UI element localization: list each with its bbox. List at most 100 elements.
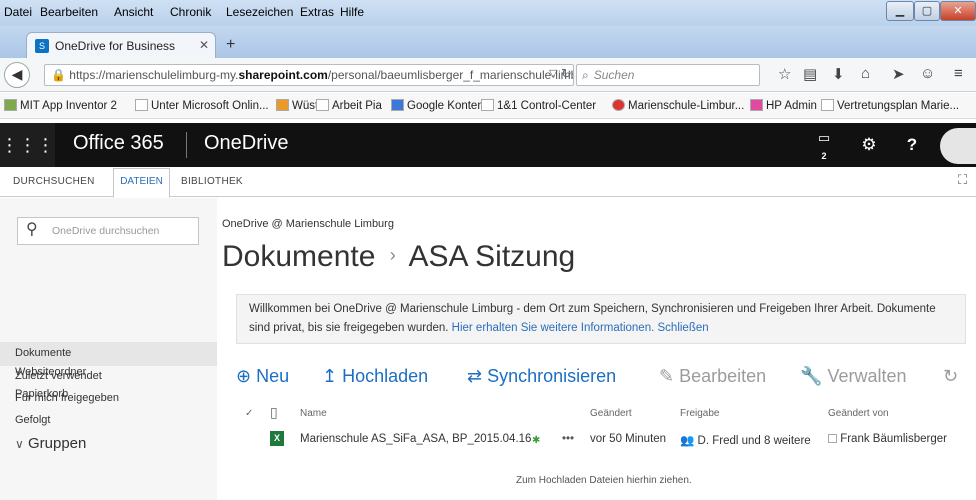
tab-durchsuchen[interactable]: DURCHSUCHEN [13, 176, 95, 187]
column-name[interactable]: Name [300, 408, 327, 419]
browser-tab[interactable]: S OneDrive for Business ✕ [26, 32, 216, 58]
reload-icon[interactable]: ↻ [561, 66, 572, 82]
bookmark-item[interactable]: Google Konten [391, 99, 484, 112]
page-icon [821, 99, 834, 111]
avatar[interactable] [940, 128, 976, 164]
tab-bibliothek[interactable]: BIBLIOTHEK [181, 176, 243, 187]
new-button[interactable]: ⊕ Neu [236, 366, 289, 387]
suite-title[interactable]: Office 365 [73, 132, 164, 155]
bookmark-item[interactable]: Vertretungsplan Marie... [821, 99, 959, 112]
marienschule-icon [612, 99, 625, 111]
title-root[interactable]: Dokumente [222, 240, 375, 273]
help-button[interactable]: ? [893, 123, 931, 167]
app-name[interactable]: OneDrive [204, 132, 288, 155]
menu-extras[interactable]: Extras [300, 5, 334, 19]
url-path: /personal/baeumlisberger_f_marienschule-… [327, 68, 574, 82]
edit-label: Bearbeiten [679, 366, 767, 386]
send-icon[interactable]: ➤ [892, 65, 905, 83]
welcome-banner: Willkommen bei OneDrive @ Marienschule L… [236, 294, 966, 344]
menu-chronik[interactable]: Chronik [170, 5, 211, 19]
column-sharing[interactable]: Freigabe [680, 408, 719, 419]
title-separator: › [389, 245, 396, 265]
select-all-checkmark-icon[interactable]: ✓ [245, 408, 253, 419]
tab-dateien[interactable]: DATEIEN [113, 168, 170, 198]
file-modified-by[interactable]: Frank Bäumlisberger [828, 433, 947, 445]
drop-zone-hint[interactable]: Zum Hochladen Dateien hierhin ziehen. [516, 475, 692, 486]
bookmark-item[interactable]: MIT App Inventor 2 [4, 99, 117, 112]
more-options-icon[interactable]: ••• [562, 433, 574, 445]
lock-icon: 🔒 [51, 68, 66, 82]
upload-arrow-icon: ↥ [322, 366, 338, 386]
chat-icon[interactable]: ☺ [920, 65, 935, 82]
bookmark-item[interactable]: Unter Microsoft Onlin... [135, 99, 269, 112]
settings-gear-icon[interactable]: ⚙ [850, 123, 888, 167]
sharing-label: D. Fredl und 8 weitere [697, 435, 811, 447]
search-icon: ⚲ [26, 221, 38, 238]
bookmark-label: Marienschule-Limbur... [628, 100, 745, 112]
tab-close-icon[interactable]: ✕ [199, 38, 209, 52]
menu-hilfe[interactable]: Hilfe [340, 5, 364, 19]
groups-toggle[interactable]: ∨ Gruppen [15, 435, 86, 452]
presence-icon [828, 434, 837, 443]
new-tab-icon[interactable]: + [226, 36, 235, 54]
column-modified-by[interactable]: Geändert von [828, 408, 889, 419]
site-breadcrumb[interactable]: OneDrive @ Marienschule Limburg [222, 218, 394, 230]
url-bar[interactable]: 🔒 https://marienschulelimburg-my.sharepo… [44, 64, 574, 86]
app-launcher-icon[interactable]: ⋮⋮⋮ [0, 123, 55, 167]
sidebar-item-websiteordner[interactable]: Websiteordner [15, 366, 86, 378]
title-folder: ASA Sitzung [408, 240, 576, 273]
modified-by-label: Frank Bäumlisberger [840, 433, 947, 445]
menu-lesezeichen[interactable]: Lesezeichen [226, 5, 293, 19]
menu-hamburger-icon[interactable]: ≡ [954, 65, 963, 82]
magnifier-icon: ⌕ [582, 68, 589, 82]
tab-title: OneDrive for Business [55, 39, 176, 53]
bookmark-item[interactable]: Wüst [276, 99, 318, 112]
browser-search-input[interactable]: ⌕ Suchen [576, 64, 760, 86]
close-banner-link[interactable]: Schließen [658, 322, 709, 334]
page-icon [316, 99, 329, 111]
menu-ansicht[interactable]: Ansicht [114, 5, 153, 19]
pencil-icon: ✎ [659, 366, 675, 386]
back-arrow-icon[interactable]: ◀ [4, 62, 30, 88]
maximize-button[interactable]: ▢ [914, 1, 940, 21]
reading-list-icon[interactable]: ▤ [803, 65, 817, 83]
bookmark-label: Vertretungsplan Marie... [837, 100, 960, 112]
sync-button[interactable]: ⇄ Synchronisieren [467, 366, 616, 387]
bookmark-label: 1&1 Control-Center [497, 100, 597, 112]
bookmark-label: MIT App Inventor 2 [20, 100, 117, 112]
sidebar-item-dokumente[interactable]: Dokumente [0, 342, 217, 366]
bookmark-item[interactable]: Arbeit Pia [316, 99, 382, 112]
edit-button[interactable]: ✎ Bearbeiten [659, 366, 766, 387]
new-item-marker: ✱ [532, 435, 541, 446]
home-icon[interactable]: ⌂ [861, 65, 870, 82]
sidebar-item-papierkorb[interactable]: Papierkorb [15, 388, 68, 400]
download-icon[interactable]: ⬇ [832, 65, 845, 83]
manage-button[interactable]: 🔧 Verwalten [800, 366, 907, 387]
menu-datei[interactable]: Datei [4, 5, 32, 19]
bookmark-item[interactable]: HP Admin [750, 99, 817, 112]
minimize-button[interactable]: ▁ [886, 1, 914, 21]
google-icon [391, 99, 404, 111]
manage-label: Verwalten [827, 366, 907, 386]
file-sharing[interactable]: 👥 D. Fredl und 8 weitere [680, 433, 811, 447]
excel-file-icon: X [270, 431, 284, 446]
bookmark-label: Google Konten [407, 100, 484, 112]
menu-bearbeiten[interactable]: Bearbeiten [40, 5, 98, 19]
window-close-button[interactable]: ✕ [940, 1, 976, 21]
onedrive-search-input[interactable]: OneDrive durchsuchen [17, 217, 199, 245]
bookmark-label: HP Admin [766, 100, 817, 112]
file-name[interactable]: Marienschule AS_SiFa_ASA, BP_2015.04.16 [300, 433, 531, 445]
file-type-icon: ▯ [270, 404, 278, 420]
column-modified[interactable]: Geändert [590, 408, 632, 419]
dropdown-arrow-icon[interactable]: ▽ [549, 67, 557, 80]
bookmark-star-icon[interactable]: ☆ [778, 65, 791, 83]
notifications-button[interactable]: ▭ 2 [805, 123, 843, 167]
bookmark-item[interactable]: 1&1 Control-Center [481, 99, 596, 112]
sidebar-item-gefolgt[interactable]: Gefolgt [15, 414, 50, 426]
wrench-icon: 🔧 [800, 366, 823, 386]
share-partial-icon[interactable]: ↻ [943, 366, 958, 387]
focus-mode-icon[interactable]: ⛶ [958, 172, 967, 188]
bookmark-item[interactable]: Marienschule-Limbur... [612, 99, 744, 112]
upload-button[interactable]: ↥ Hochladen [322, 366, 428, 387]
more-info-link[interactable]: Hier erhalten Sie weitere Informationen. [452, 322, 655, 334]
